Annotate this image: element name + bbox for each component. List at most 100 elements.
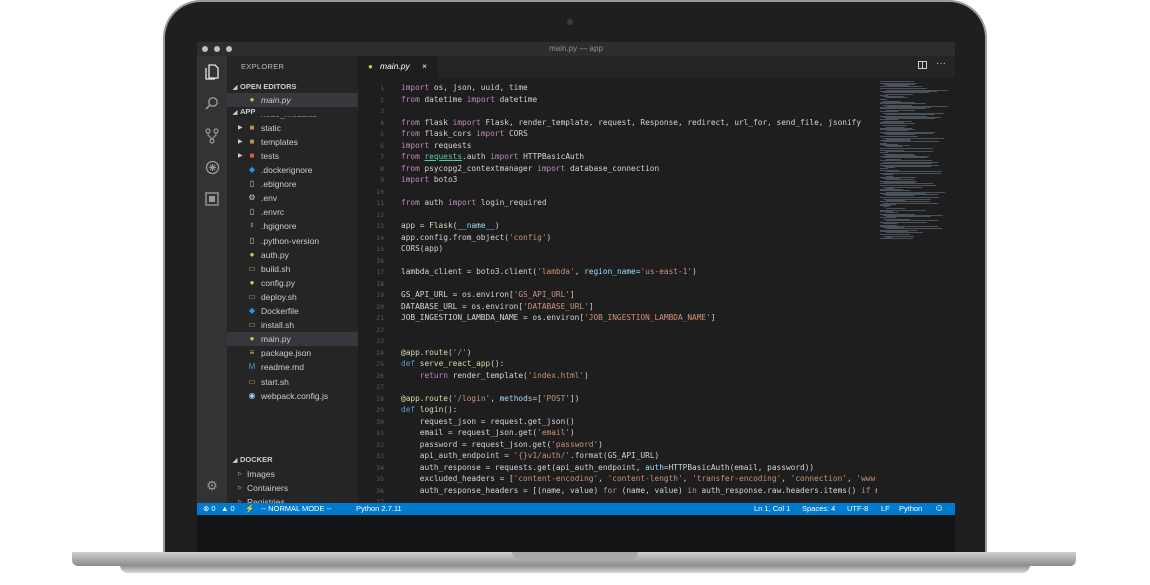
file-item[interactable]: ● main.py [227, 332, 358, 347]
minimap-line [883, 124, 907, 126]
open-editors-header[interactable]: ◢ OPEN EDITORS [227, 80, 358, 93]
file-label: .dockerignore [261, 165, 313, 175]
vim-mode: -- NORMAL MODE -- [261, 504, 332, 513]
file-item[interactable]: ▯ .python-version [227, 234, 358, 248]
code-line: email = request_json.get('email') [401, 428, 575, 437]
close-tab-icon[interactable]: × [422, 61, 427, 71]
activity-bar: ⚙ [197, 56, 227, 503]
encoding[interactable]: UTF-8 [847, 503, 868, 515]
debug-icon[interactable] [204, 192, 220, 208]
minimap-line [880, 162, 932, 164]
language-mode[interactable]: Python [899, 503, 922, 515]
files-icon[interactable] [204, 64, 220, 80]
line-number: 35 [376, 475, 384, 483]
tab-main-py[interactable]: ● main.py × [358, 56, 438, 78]
code-line: excluded_headers = ['content-encoding', … [401, 474, 877, 483]
file-item[interactable]: ▯ .ebignore [227, 177, 358, 191]
search-icon[interactable] [204, 96, 220, 112]
file-item[interactable]: ◆ .dockerignore [227, 163, 358, 177]
code-line: auth_response = requests.get(api_auth_en… [401, 462, 815, 472]
explorer-sidebar: EXPLORER ◢ OPEN EDITORS ● main.py ◢ APP no… [227, 56, 358, 503]
code-line: auth_response_headers = [(name, value) f… [401, 485, 877, 495]
split-editor-icon[interactable] [918, 61, 927, 69]
open-editor-item[interactable]: ● main.py [227, 93, 358, 107]
docker-header[interactable]: ◢ DOCKER [227, 453, 358, 466]
code-line: from requests.auth import HTTPBasicAuth [401, 152, 585, 161]
minimap-line [880, 81, 914, 82]
file-item[interactable]: ▭ build.sh [227, 262, 358, 276]
laptop-base-bottom [120, 565, 1030, 573]
tab-label: main.py [380, 61, 410, 71]
docker-icon: ◆ [248, 306, 256, 315]
docker-item-label: Registries [247, 497, 285, 503]
file-label: .python-version [261, 235, 320, 246]
file-item[interactable]: Mreadme.md [227, 360, 358, 374]
shell-file-icon: ▭ [248, 376, 256, 386]
line-ending[interactable]: LF [881, 503, 890, 515]
more-actions-icon[interactable]: ··· [936, 58, 946, 69]
extensions-icon[interactable] [204, 160, 220, 176]
file-item[interactable]: ⚙ .env [227, 191, 358, 205]
window-title: main.py — app [549, 44, 603, 53]
line-number: 34 [376, 463, 384, 472]
folder-icon: ■ [249, 137, 255, 146]
folder-templates[interactable]: ▶ ■ templates [227, 135, 358, 149]
file-item[interactable]: ◉ webpack.config.js [227, 389, 358, 403]
feedback-smiley-icon[interactable]: ☺ [934, 503, 944, 515]
code-line: GS_API_URL = os.environ['GS_API_URL'] [401, 290, 575, 299]
docker-registries[interactable]: ▷ Registries [227, 495, 358, 503]
file-item[interactable]: ▭ start.sh [227, 375, 358, 389]
tab-bar: ● main.py × ··· [358, 56, 955, 78]
minimap-line [883, 206, 889, 208]
settings-gear-icon[interactable]: ⚙ [204, 478, 220, 494]
code-line: from flask import Flask, render_template… [401, 117, 862, 127]
chevron-right-icon: ▷ [238, 499, 242, 503]
line-number: 31 [376, 429, 384, 437]
errors-indicator[interactable]: ⊗ 0 [203, 503, 216, 515]
line-number: 2 [380, 95, 384, 104]
file-item[interactable]: ● config.py [227, 276, 358, 290]
source-control-icon[interactable] [204, 128, 220, 144]
line-number: 22 [376, 325, 384, 334]
line-number: 14 [376, 233, 384, 242]
line-number: 27 [376, 383, 384, 391]
folder-tests[interactable]: ▶ ■ tests [227, 149, 358, 163]
chevron-right-icon: ▶ [238, 139, 243, 145]
code-line: import requests [401, 140, 472, 150]
file-item[interactable]: ▭ install.sh [227, 318, 358, 332]
file-item[interactable]: ☿ .hgignore [227, 219, 358, 233]
app-header-label: APP [240, 107, 256, 116]
docker-item-label: Images [247, 469, 275, 479]
cursor-position[interactable]: Ln 1, Col 1 [754, 503, 790, 515]
minimap-line [880, 233, 910, 235]
minimap[interactable] [877, 78, 955, 503]
warnings-indicator[interactable]: ▲ 0 [221, 503, 235, 515]
code-line: from psycopg2_contextmanager import data… [401, 163, 660, 173]
app-header[interactable]: ◢ APP [227, 107, 358, 116]
file-item[interactable]: ≡ package.json [227, 346, 358, 360]
file-icon: ▯ [249, 235, 255, 245]
indentation[interactable]: Spaces: 4 [802, 503, 835, 515]
line-number: 21 [376, 314, 384, 322]
docker-images[interactable]: ▷ Images [227, 467, 358, 481]
file-label: build.sh [261, 263, 291, 274]
file-label: .ebignore [261, 179, 297, 190]
json-file-icon: ≡ [249, 348, 255, 358]
minimap-line [886, 211, 898, 213]
docker-containers[interactable]: ▷ Containers [227, 481, 358, 495]
file-item[interactable]: ▯ .envrc [227, 205, 358, 219]
shell-file-icon: ▭ [248, 320, 256, 330]
file-item[interactable]: ◆ Dockerfile [227, 304, 358, 318]
python-interpreter[interactable]: Python 2.7.11 [356, 503, 402, 515]
code-line: @app.route('/login', methods=['POST']) [401, 393, 580, 403]
folder-static[interactable]: ▶ ■ static [227, 121, 358, 135]
line-number: 18 [376, 279, 384, 288]
code-line: def login(): [401, 405, 458, 414]
code-line: from flask_cors import CORS [401, 129, 528, 138]
python-file-icon: ● [249, 249, 255, 259]
code-line: api_auth_endpoint = '{}v1/auth/'.format(… [401, 451, 660, 460]
file-item[interactable]: ▭ deploy.sh [227, 290, 358, 304]
file-item[interactable]: ● auth.py [227, 248, 358, 262]
minimap-line [880, 184, 936, 186]
code-editor[interactable]: 1 2 3 4 5 6 7 8 9 10 11 12 13 14 15 16 17 18 19 20 21 22 23 24 2… [358, 78, 877, 503]
